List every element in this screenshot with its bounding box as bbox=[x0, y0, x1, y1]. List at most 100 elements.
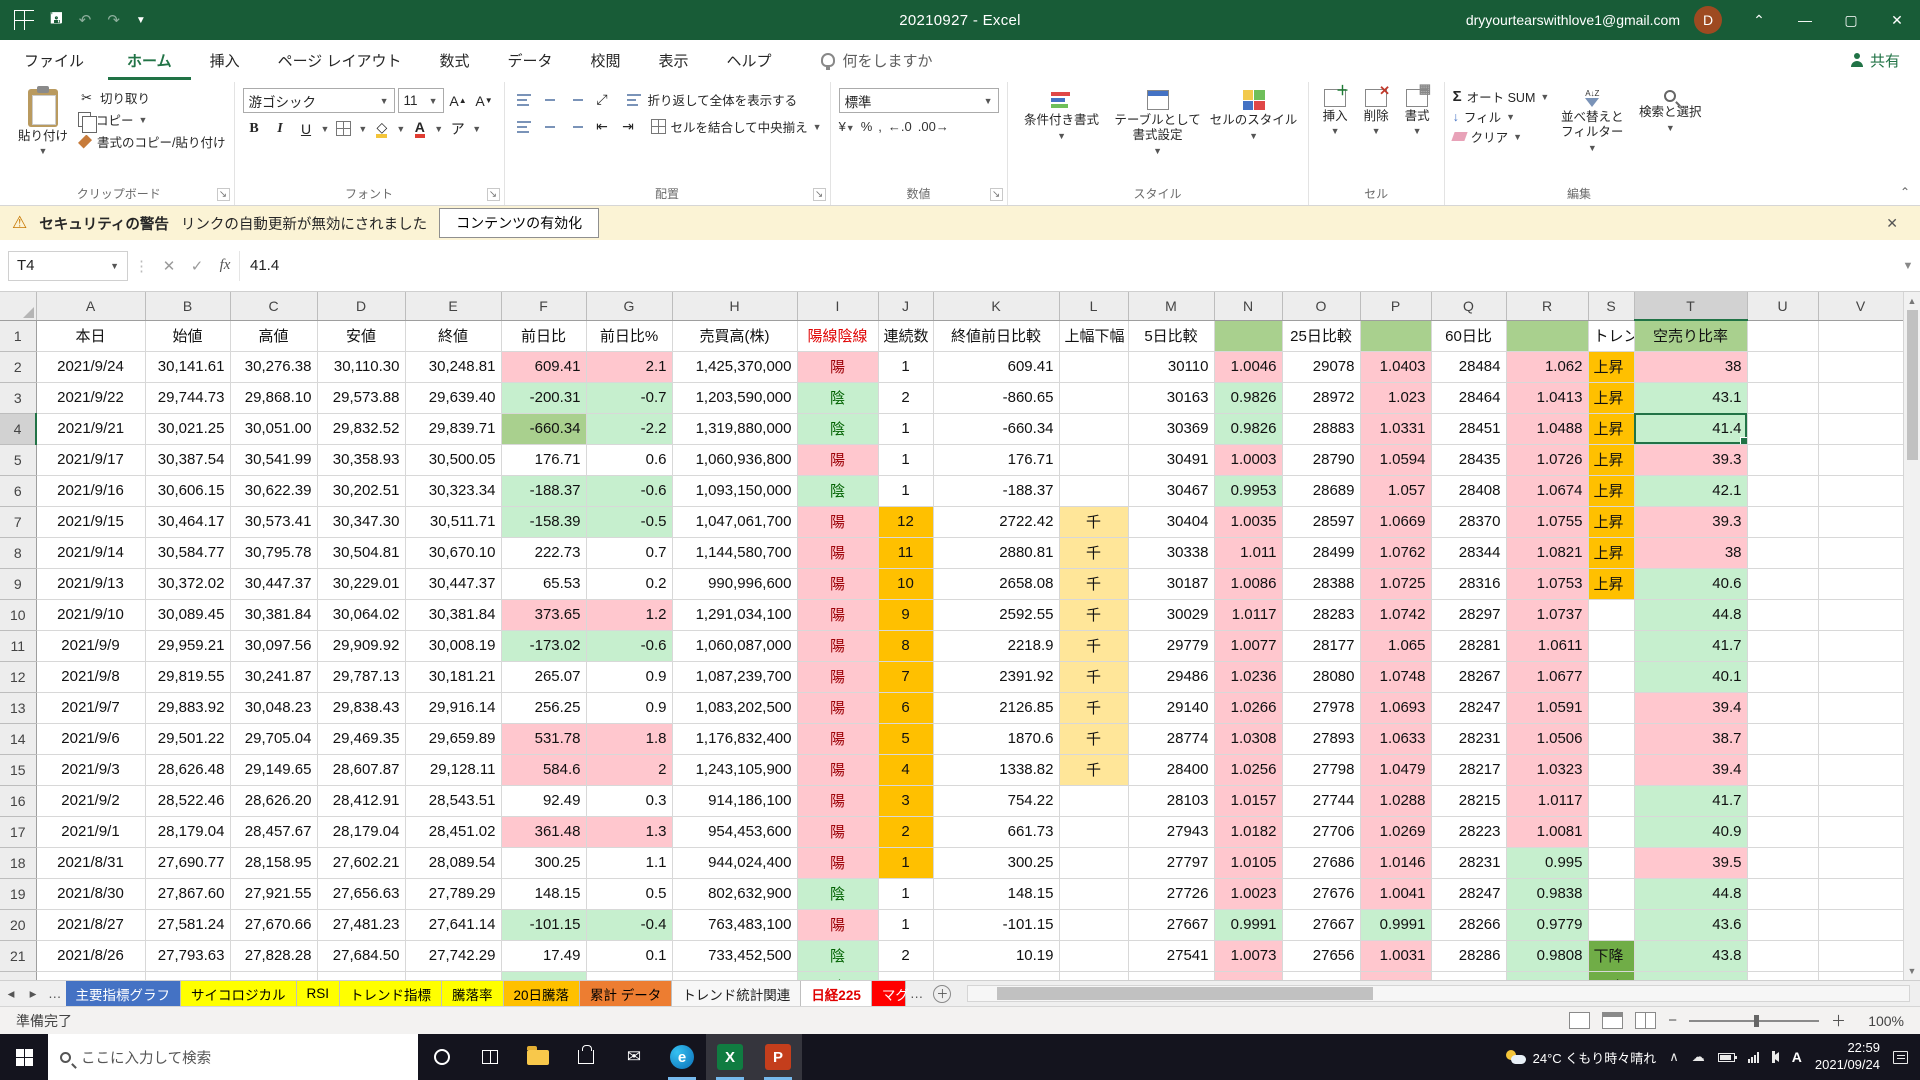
delete-cells-button[interactable]: 削除▼ bbox=[1358, 86, 1395, 140]
grid-cell[interactable]: 前日比 bbox=[501, 320, 586, 351]
grid-cell[interactable]: 28267 bbox=[1431, 661, 1506, 692]
grid-cell[interactable]: 0.9991 bbox=[1360, 909, 1431, 940]
grid-cell[interactable]: 1.0633 bbox=[1360, 723, 1431, 754]
grid-cell[interactable]: 28316 bbox=[1431, 568, 1506, 599]
cancel-icon[interactable]: ✕ bbox=[155, 257, 183, 275]
grid-cell[interactable]: トレンド bbox=[1588, 320, 1634, 351]
grid-cell[interactable]: 30,584.77 bbox=[145, 537, 230, 568]
grid-cell[interactable]: 2126.85 bbox=[933, 692, 1059, 723]
grid-cell[interactable]: 27667 bbox=[1282, 909, 1360, 940]
weather-widget[interactable]: 24°C くもり時々晴れ bbox=[1506, 1048, 1657, 1067]
grid-cell[interactable]: 29,659.89 bbox=[405, 723, 501, 754]
grid-cell[interactable]: 28464 bbox=[1431, 382, 1506, 413]
grid-cell[interactable] bbox=[1747, 351, 1818, 382]
increase-font-icon[interactable]: A▲ bbox=[447, 89, 470, 112]
grid-cell[interactable]: 2021/8/30 bbox=[36, 878, 145, 909]
grid-cell[interactable]: 1.0753 bbox=[1506, 568, 1588, 599]
grid-cell[interactable]: -101.15 bbox=[501, 909, 586, 940]
row-header-2[interactable]: 2 bbox=[0, 351, 36, 382]
grid-cell[interactable]: 1.0591 bbox=[1506, 692, 1588, 723]
grid-cell[interactable]: 1.0269 bbox=[1360, 816, 1431, 847]
grid-cell[interactable]: 28790 bbox=[1282, 444, 1360, 475]
grid-cell[interactable]: 0.9826 bbox=[1214, 382, 1282, 413]
grid-cell[interactable]: 28,451.02 bbox=[405, 816, 501, 847]
grid-cell[interactable]: 上昇 bbox=[1588, 568, 1634, 599]
name-box[interactable]: T4▼ bbox=[8, 251, 128, 281]
grid-cell[interactable]: 27706 bbox=[1282, 816, 1360, 847]
grid-cell[interactable]: 28370 bbox=[1431, 506, 1506, 537]
fill-color-icon[interactable]: ◇ bbox=[370, 117, 393, 140]
grid-cell[interactable]: 28,626.20 bbox=[230, 785, 317, 816]
powerpoint-taskbar-button[interactable]: P bbox=[754, 1034, 802, 1080]
grid-cell[interactable]: 30163 bbox=[1128, 382, 1214, 413]
row-header-11[interactable]: 11 bbox=[0, 630, 36, 661]
grid-cell[interactable]: 29,128.11 bbox=[405, 754, 501, 785]
grid-cell[interactable]: 上昇 bbox=[1588, 506, 1634, 537]
grid-cell[interactable]: 1.0726 bbox=[1506, 444, 1588, 475]
grid-cell[interactable]: 1 bbox=[878, 909, 933, 940]
grid-cell[interactable]: 上幅下幅 bbox=[1059, 320, 1128, 351]
zoom-slider-handle[interactable] bbox=[1754, 1015, 1759, 1027]
alignment-dialog-launcher-icon[interactable]: ↘ bbox=[813, 188, 826, 201]
grid-cell[interactable]: 0.5 bbox=[586, 878, 672, 909]
grid-cell[interactable]: 27,793.63 bbox=[145, 940, 230, 971]
grid-cell[interactable]: 27,867.60 bbox=[145, 878, 230, 909]
grid-cell[interactable] bbox=[1747, 320, 1818, 351]
insert-cells-button[interactable]: 挿入▼ bbox=[1317, 86, 1354, 140]
grid-cell[interactable]: 0.3 bbox=[586, 785, 672, 816]
grid-cell[interactable]: 5 bbox=[878, 723, 933, 754]
share-button[interactable]: 共有 bbox=[1850, 50, 1900, 71]
grid-cell[interactable]: 944,024,400 bbox=[672, 847, 797, 878]
grid-cell[interactable]: 千 bbox=[1059, 661, 1128, 692]
phonetic-guide-icon[interactable]: ア bbox=[446, 117, 469, 140]
grid-cell[interactable]: 1 bbox=[878, 878, 933, 909]
grid-cell[interactable]: -200.31 bbox=[501, 382, 586, 413]
grid-cell[interactable] bbox=[1588, 754, 1634, 785]
row-header-1[interactable]: 1 bbox=[0, 320, 36, 351]
grid-cell[interactable]: 30187 bbox=[1128, 568, 1214, 599]
sheet-tab[interactable]: トレンド指標 bbox=[340, 981, 442, 1006]
grid-cell[interactable]: 陽 bbox=[797, 692, 878, 723]
grid-cell[interactable]: 28286 bbox=[1431, 940, 1506, 971]
grid-cell[interactable]: 28103 bbox=[1128, 785, 1214, 816]
bold-button[interactable]: B bbox=[243, 117, 266, 140]
row-header-16[interactable]: 16 bbox=[0, 785, 36, 816]
cell-styles-button[interactable]: セルのスタイル▼ bbox=[1208, 86, 1300, 146]
column-header-E[interactable]: E bbox=[405, 292, 501, 320]
hidden-icons-chevron-icon[interactable]: ∧ bbox=[1669, 1049, 1679, 1065]
grid-cell[interactable] bbox=[1747, 723, 1818, 754]
grid-cell[interactable]: 954,453,600 bbox=[672, 816, 797, 847]
grid-cell[interactable]: 65.53 bbox=[501, 568, 586, 599]
grid-cell[interactable]: 2880.81 bbox=[933, 537, 1059, 568]
wrap-text-button[interactable]: 折り返して全体を表示する bbox=[625, 90, 798, 109]
find-select-button[interactable]: 検索と選択▼ bbox=[1635, 86, 1705, 138]
grid-cell[interactable]: 1.0256 bbox=[1214, 754, 1282, 785]
grid-cell[interactable]: 終値前日比較 bbox=[933, 320, 1059, 351]
grid-cell[interactable]: 29,573.88 bbox=[317, 382, 405, 413]
grid-cell[interactable] bbox=[1818, 909, 1903, 940]
start-button[interactable] bbox=[0, 1034, 48, 1080]
grid-cell[interactable]: 1.0677 bbox=[1506, 661, 1588, 692]
grid-cell[interactable] bbox=[1059, 816, 1128, 847]
grid-cell[interactable]: 1,319,880,000 bbox=[672, 413, 797, 444]
grid-cell[interactable]: 上昇 bbox=[1588, 413, 1634, 444]
grid-cell[interactable]: 29,959.21 bbox=[145, 630, 230, 661]
grid-cell[interactable]: 10.19 bbox=[933, 940, 1059, 971]
grid-cell[interactable]: 0.9 bbox=[586, 661, 672, 692]
cortana-button[interactable] bbox=[418, 1034, 466, 1080]
sheet-tab[interactable]: 騰落率 bbox=[442, 981, 504, 1006]
grid-cell[interactable]: 29,832.52 bbox=[317, 413, 405, 444]
grid-cell[interactable]: 29,787.13 bbox=[317, 661, 405, 692]
grid-cell[interactable]: 29140 bbox=[1128, 692, 1214, 723]
grid-cell[interactable]: 1338.82 bbox=[933, 754, 1059, 785]
grid-cell[interactable]: 陽 bbox=[797, 506, 878, 537]
grid-cell[interactable]: 28,179.04 bbox=[145, 816, 230, 847]
grid-cell[interactable]: 27,670.66 bbox=[230, 909, 317, 940]
grid-cell[interactable]: 28,158.95 bbox=[230, 847, 317, 878]
grid-cell[interactable]: 空売り比率 bbox=[1634, 320, 1747, 351]
grid-cell[interactable]: 陽線陰線 bbox=[797, 320, 878, 351]
grid-cell[interactable] bbox=[1818, 816, 1903, 847]
ribbon-tab[interactable]: 数式 bbox=[420, 40, 488, 80]
grid-cell[interactable]: 1.062 bbox=[1506, 351, 1588, 382]
format-as-table-button[interactable]: テーブルとして書式設定▼ bbox=[1112, 86, 1204, 161]
